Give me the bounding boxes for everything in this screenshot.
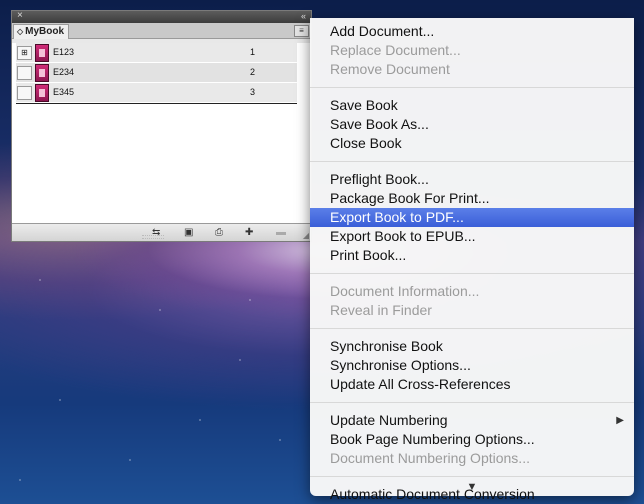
menu-separator xyxy=(310,161,634,162)
menu-item-export-book-to-epub[interactable]: Export Book to EPUB... xyxy=(310,227,634,246)
print-book-icon[interactable]: ⎙ xyxy=(215,227,223,238)
menu-item-close-book[interactable]: Close Book xyxy=(310,134,634,153)
collapse-icon[interactable]: « xyxy=(301,10,306,22)
menu-item-replace-document: Replace Document... xyxy=(310,41,634,60)
menu-separator xyxy=(310,273,634,274)
remove-document-icon[interactable]: ▬ xyxy=(276,227,286,238)
menu-item-print-book[interactable]: Print Book... xyxy=(310,246,634,265)
menu-group: Save Book Save Book As... Close Book xyxy=(310,92,634,157)
tab-mybook[interactable]: ◇ MyBook xyxy=(13,24,69,39)
menu-item-document-numbering-options: Document Numbering Options... xyxy=(310,449,634,468)
menu-item-label: Book Page Numbering Options... xyxy=(330,431,535,447)
menu-item-label: Document Numbering Options... xyxy=(330,450,530,466)
resize-grip-icon[interactable]: ◢ xyxy=(303,231,309,240)
menu-item-label: Synchronise Book xyxy=(330,338,443,354)
table-row[interactable]: E345 3 xyxy=(16,83,297,103)
save-book-icon[interactable]: ▣ xyxy=(184,227,193,238)
menu-separator xyxy=(310,402,634,403)
menu-item-label: Reveal in Finder xyxy=(330,302,432,318)
indesign-document-icon xyxy=(35,64,49,82)
menu-item-package-book-for-print[interactable]: Package Book For Print... xyxy=(310,189,634,208)
menu-item-label: Replace Document... xyxy=(330,42,461,58)
book-document-list: ⊞ E123 1 E234 2 E345 3 xyxy=(12,43,311,225)
menu-item-label: Save Book xyxy=(330,97,398,113)
close-icon[interactable]: × xyxy=(17,10,23,22)
indesign-document-icon xyxy=(35,44,49,62)
menu-item-reveal-in-finder: Reveal in Finder xyxy=(310,301,634,320)
submenu-arrow-icon: ▶ xyxy=(616,415,624,426)
table-row[interactable]: E234 2 xyxy=(16,63,297,83)
indesign-document-icon xyxy=(35,84,49,102)
tab-label: MyBook xyxy=(25,26,65,37)
page-icon-checkbox[interactable]: ⊞ xyxy=(17,46,32,60)
menu-group: Synchronise Book Synchronise Options... Up… xyxy=(310,333,634,398)
menu-item-synchronise-book[interactable]: Synchronise Book xyxy=(310,337,634,356)
book-panel-menu: Add Document... Replace Document... Remove… xyxy=(310,18,634,502)
menu-separator xyxy=(310,328,634,329)
menu-group: Preflight Book... Package Book For Print.… xyxy=(310,166,634,269)
menu-group: Update Numbering ▶ Book Page Numbering Opt… xyxy=(310,407,634,472)
menu-item-save-book-as[interactable]: Save Book As... xyxy=(310,115,634,134)
menu-item-export-book-to-pdf[interactable]: Export Book to PDF... xyxy=(310,208,634,227)
menu-item-save-book[interactable]: Save Book xyxy=(310,96,634,115)
menu-item-label: Print Book... xyxy=(330,247,407,263)
book-panel: × « ◇ MyBook ≡ ⊞ E123 1 E234 2 E345 3 ⇆ ▣ ⎙ ✚ ▬… xyxy=(11,10,312,242)
menu-item-label: Export Book to PDF... xyxy=(330,209,464,225)
scroll-down-icon[interactable]: ▼ xyxy=(310,481,634,493)
menu-separator xyxy=(310,476,634,477)
document-name: E234 xyxy=(53,67,75,77)
document-name: E345 xyxy=(53,87,75,97)
page-icon-checkbox[interactable] xyxy=(17,86,32,100)
menu-item-label: Add Document... xyxy=(330,23,435,39)
document-name: E123 xyxy=(53,47,75,57)
panel-tab-row: ◇ MyBook ≡ xyxy=(12,23,311,39)
panel-drag-handle[interactable] xyxy=(142,235,164,239)
page-range: 2 xyxy=(250,67,256,77)
menu-item-label: Synchronise Options... xyxy=(330,357,471,373)
menu-item-label: Update All Cross-References xyxy=(330,376,511,392)
menu-item-label: Preflight Book... xyxy=(330,171,429,187)
menu-item-label: Update Numbering xyxy=(330,412,448,428)
tab-arrows-icon: ◇ xyxy=(17,27,24,36)
menu-item-update-numbering[interactable]: Update Numbering ▶ xyxy=(310,411,634,430)
menu-item-remove-document: Remove Document xyxy=(310,60,634,79)
menu-group: Document Information... Reveal in Finder xyxy=(310,278,634,324)
panel-titlebar[interactable]: × « xyxy=(12,10,311,23)
menu-item-update-all-cross-references[interactable]: Update All Cross-References xyxy=(310,375,634,394)
menu-item-label: Save Book As... xyxy=(330,116,429,132)
page-range: 1 xyxy=(250,47,256,57)
menu-item-book-page-numbering-options[interactable]: Book Page Numbering Options... xyxy=(310,430,634,449)
menu-group: Add Document... Replace Document... Remove… xyxy=(310,18,634,83)
menu-item-document-information: Document Information... xyxy=(310,282,634,301)
menu-item-add-document[interactable]: Add Document... xyxy=(310,22,634,41)
add-document-icon[interactable]: ✚ xyxy=(245,227,253,238)
menu-item-synchronise-options[interactable]: Synchronise Options... xyxy=(310,356,634,375)
page-icon-checkbox[interactable] xyxy=(17,66,32,80)
menu-item-label: Export Book to EPUB... xyxy=(330,228,476,244)
page-range: 3 xyxy=(250,87,256,97)
menu-item-label: Document Information... xyxy=(330,283,480,299)
menu-item-preflight-book[interactable]: Preflight Book... xyxy=(310,170,634,189)
table-row[interactable]: ⊞ E123 1 xyxy=(16,43,297,63)
menu-separator xyxy=(310,87,634,88)
panel-menu-icon[interactable]: ≡ xyxy=(294,25,309,37)
menu-item-label: Package Book For Print... xyxy=(330,190,490,206)
menu-item-label: Remove Document xyxy=(330,61,450,77)
menu-item-label: Close Book xyxy=(330,135,402,151)
